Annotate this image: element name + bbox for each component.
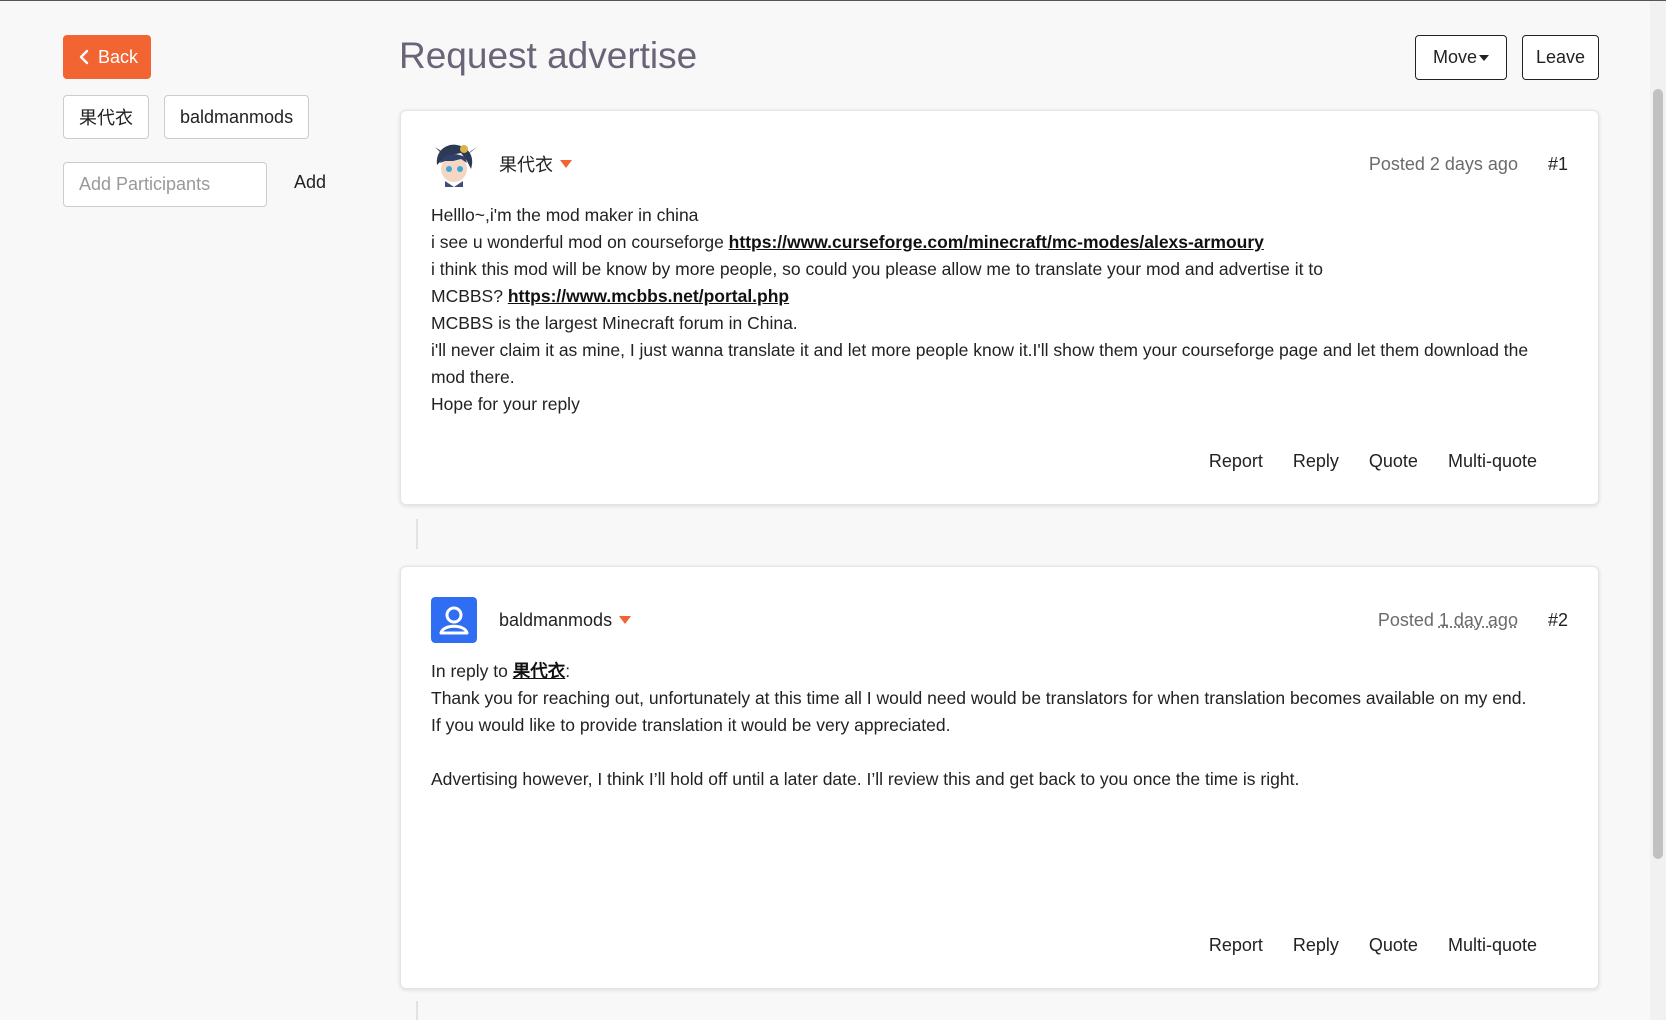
add-participant-button[interactable]: Add [294,172,326,193]
reply-reference: In reply to 果代衣: [431,658,1568,685]
reply-button[interactable]: Reply [1293,451,1339,472]
posted-ago: 2 days ago [1429,153,1518,174]
page-title: Request advertise [399,35,698,76]
quote-button[interactable]: Quote [1369,935,1418,956]
post-line: i'll never claim it as mine, I just wann… [431,340,1529,360]
line-text: MCBBS? [431,286,508,306]
user-avatar[interactable] [431,597,477,643]
move-label: Move [1432,47,1477,67]
reply-prefix: In reply to [431,661,513,681]
post-timestamp: Posted 2 days ago [1369,154,1518,175]
post-line: i see u wonderful mod on courseforge htt… [431,229,1568,256]
add-participants-input[interactable] [63,162,267,207]
post-line: Helllo~,i'm the mod maker in china [431,205,699,225]
report-button[interactable]: Report [1209,935,1263,956]
post-header: baldmanmods Posted 1 day ago #2 [431,597,1568,643]
posted-prefix: Posted [1377,609,1434,630]
thread-connector [416,1001,418,1020]
caret-down-icon [1479,54,1489,61]
post-actions: Report Reply Quote Multi-quote [1209,935,1537,956]
reply-to-link[interactable]: 果代衣 [513,661,566,681]
post-line: MCBBS? https://www.mcbbs.net/portal.php [431,283,1568,310]
curseforge-link[interactable]: https://www.curseforge.com/minecraft/mc-… [729,232,1264,252]
posted-ago[interactable]: 1 day ago [1439,610,1518,630]
caret-down-icon [619,616,632,624]
posted-prefix: Posted [1368,153,1425,174]
leave-button[interactable]: Leave [1522,35,1599,80]
user-avatar[interactable] [431,141,477,187]
multi-quote-button[interactable]: Multi-quote [1448,935,1537,956]
post-meta: Posted 1 day ago #2 [1378,610,1568,631]
post-number[interactable]: #1 [1548,154,1568,175]
multi-quote-button[interactable]: Multi-quote [1448,451,1537,472]
post-line: Advertising however, I think I’ll hold o… [431,769,1300,789]
report-button[interactable]: Report [1209,451,1263,472]
post-line: Thank you for reaching out, unfortunatel… [431,688,1527,708]
author-name[interactable]: baldmanmods [499,609,632,631]
caret-down-icon [560,160,572,168]
line-text: i see u wonderful mod on courseforge [431,232,729,252]
post-line: Hope for your reply [431,394,580,414]
move-button[interactable]: Move [1415,35,1507,80]
quote-button[interactable]: Quote [1369,451,1418,472]
post-line: mod there. [431,367,515,387]
author-label: baldmanmods [499,609,613,630]
post-timestamp: Posted 1 day ago [1378,610,1518,631]
post-line: If you would like to provide translation… [431,715,951,735]
back-label: Back [97,46,139,67]
post-body: Helllo~,i'm the mod maker in china i see… [431,202,1568,418]
post-body: In reply to 果代衣: Thank you for reaching … [431,658,1568,793]
participant-chip[interactable]: 果代衣 [63,95,149,139]
post-header: 果代衣 Posted 2 days ago #1 [431,141,1568,187]
participant-chip[interactable]: baldmanmods [164,95,310,139]
mcbbs-link[interactable]: https://www.mcbbs.net/portal.php [508,286,789,306]
thread-connector [416,519,418,549]
message-post: 果代衣 Posted 2 days ago #1 Helllo~,i'm the… [400,110,1599,505]
back-button[interactable]: Back [63,35,151,79]
post-meta: Posted 2 days ago #1 [1369,154,1568,175]
reply-button[interactable]: Reply [1293,935,1339,956]
chevron-left-icon [79,49,89,65]
author-label: 果代衣 [499,155,553,175]
post-actions: Report Reply Quote Multi-quote [1209,451,1537,472]
post-number[interactable]: #2 [1548,610,1568,631]
participant-list: 果代衣 baldmanmods [63,95,310,139]
message-post: baldmanmods Posted 1 day ago #2 In reply… [400,566,1599,989]
scrollbar-thumb[interactable] [1653,89,1663,859]
author-name[interactable]: 果代衣 [499,151,572,177]
scrollbar-track[interactable] [1650,1,1666,1020]
post-line: MCBBS is the largest Minecraft forum in … [431,313,798,333]
reply-suffix: : [565,661,571,681]
post-line: i think this mod will be know by more pe… [431,259,1323,279]
